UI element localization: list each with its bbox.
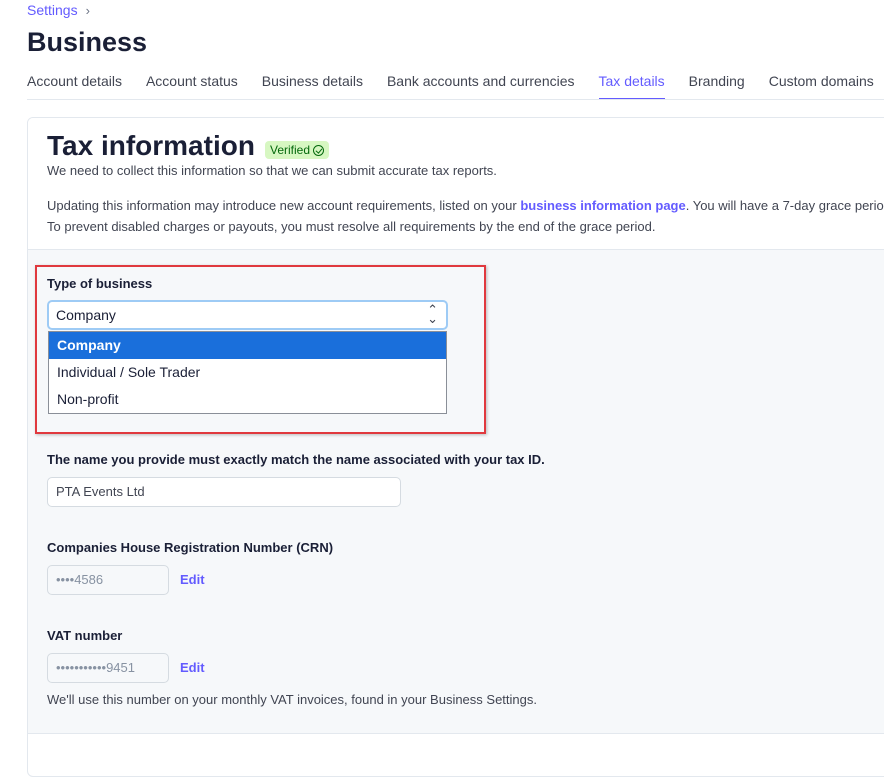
tax-information-card: Tax information Verified We need to coll… xyxy=(27,117,884,777)
vat-help-text: We'll use this number on your monthly VA… xyxy=(47,692,537,707)
chevron-right-icon: › xyxy=(85,2,90,18)
business-information-link[interactable]: business information page xyxy=(520,198,685,213)
annotation-highlight-box xyxy=(35,265,486,434)
tab-branding[interactable]: Branding xyxy=(689,73,745,100)
page-title: Business xyxy=(27,27,148,57)
tab-custom-domains[interactable]: Custom domains xyxy=(769,73,874,100)
check-circle-icon xyxy=(313,144,325,156)
crn-input: ••••4586 xyxy=(47,565,169,595)
tab-tax-details[interactable]: Tax details xyxy=(598,73,665,100)
breadcrumb-settings-link[interactable]: Settings xyxy=(27,2,78,18)
notice-line-1: Updating this information may introduce … xyxy=(47,195,884,216)
intro-text: We need to collect this information so t… xyxy=(47,163,497,178)
legal-name-label: The name you provide must exactly match … xyxy=(47,452,545,467)
notice-before: Updating this information may introduce … xyxy=(47,198,521,213)
tab-business-details[interactable]: Business details xyxy=(262,73,363,100)
crn-edit-link[interactable]: Edit xyxy=(180,572,205,587)
tab-bank-accounts[interactable]: Bank accounts and currencies xyxy=(387,73,575,100)
notice-text: Updating this information may introduce … xyxy=(47,195,884,237)
vat-label: VAT number xyxy=(47,628,123,643)
legal-name-input[interactable]: PTA Events Ltd xyxy=(47,477,401,507)
verified-badge: Verified xyxy=(265,141,330,159)
tab-account-status[interactable]: Account status xyxy=(146,73,238,100)
vat-input: •••••••••••9451 xyxy=(47,653,169,683)
breadcrumb: Settings › xyxy=(27,2,90,18)
notice-after: . You will have a 7-day grace period. xyxy=(685,198,884,213)
verified-badge-label: Verified xyxy=(270,143,311,157)
section-title: Tax information xyxy=(47,130,255,161)
settings-tabs: Account details Account status Business … xyxy=(27,73,884,100)
notice-line-2: To prevent disabled charges or payouts, … xyxy=(47,219,656,234)
tabs-divider xyxy=(27,99,884,100)
crn-label: Companies House Registration Number (CRN… xyxy=(47,540,334,555)
vat-edit-link[interactable]: Edit xyxy=(180,660,205,675)
tab-account-details[interactable]: Account details xyxy=(27,73,122,100)
card-header: Tax information Verified We need to coll… xyxy=(28,118,884,249)
